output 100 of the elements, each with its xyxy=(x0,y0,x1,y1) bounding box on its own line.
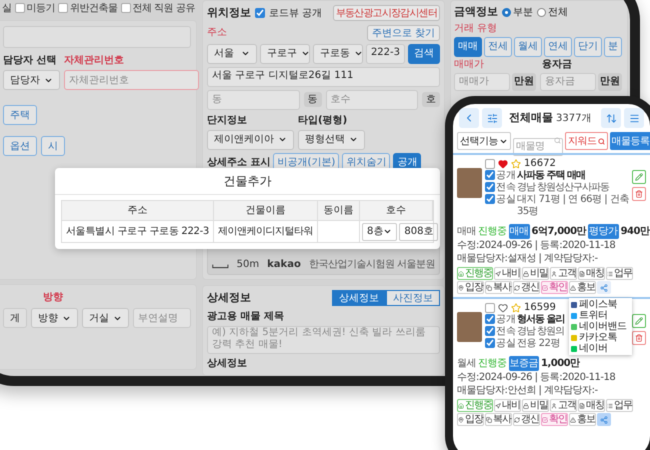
dong-field[interactable]: 동 xyxy=(207,90,300,110)
checkbox[interactable] xyxy=(120,3,130,13)
region-dropdown[interactable]: 서울 xyxy=(207,44,257,64)
share-option[interactable]: 네이버밴드 xyxy=(569,321,632,332)
field-label: 상세정보 xyxy=(207,356,248,370)
unit-number-field[interactable]: 호수 xyxy=(326,90,418,110)
star-icon[interactable] xyxy=(511,159,521,169)
region-dropdown[interactable]: 구로동 xyxy=(312,44,363,64)
road-address-field[interactable]: 서울 구로구 디지털로26길 111 xyxy=(207,66,440,86)
action-button[interactable]: 진행중 xyxy=(457,267,493,280)
checkbox[interactable] xyxy=(14,3,24,13)
region-dropdown[interactable]: 구로구 xyxy=(260,44,310,64)
keyword-button[interactable]: 지워드 xyxy=(565,132,608,150)
heart-icon[interactable] xyxy=(498,303,508,313)
deal-type-button[interactable]: 전세 xyxy=(484,36,512,56)
deal-type-button[interactable]: 분 xyxy=(604,36,622,56)
action-button[interactable]: 고객 xyxy=(550,399,577,412)
star-icon[interactable] xyxy=(511,303,521,313)
share-button[interactable] xyxy=(597,413,611,426)
action-button[interactable]: 비밀 xyxy=(522,267,549,280)
search-field[interactable]: 매물명 xyxy=(513,138,563,156)
listing-card[interactable]: 페이스북 트위터 네이버밴드 카카오톡 네이버 16599 공개 형서동 올리 전속경남 창원의 공실 전용 22평 월세 진행중 보증금 1,000만 수정:2024-09-26 | 등록:2020-11-18 매물담당자:안선희 | 계약담당자:- 진행중 내비 비밀 고객 매칭 업무 입장 복사 갱신 확인 홍보 xyxy=(453,297,650,429)
deal-type-button[interactable]: 연세 xyxy=(544,36,572,56)
action-button[interactable]: 확인 xyxy=(541,281,568,294)
ref-number-field[interactable]: 자체관리번호 xyxy=(64,70,199,90)
function-dropdown[interactable]: 선택기능 xyxy=(457,132,511,150)
action-button[interactable]: 내비 xyxy=(494,267,521,280)
nearby-link[interactable]: 주변으로 찾기 xyxy=(366,24,440,40)
action-button[interactable]: 입장 xyxy=(457,413,484,426)
checkbox[interactable] xyxy=(485,326,495,336)
description-field[interactable]: 부연설명 xyxy=(133,308,191,328)
action-button[interactable]: 입장 xyxy=(457,281,484,294)
loan-field[interactable]: 융자금 xyxy=(540,72,596,90)
checkbox[interactable] xyxy=(58,3,68,13)
edit-button[interactable] xyxy=(632,170,646,184)
share-button[interactable] xyxy=(597,281,611,294)
action-button[interactable]: 복사 xyxy=(485,413,512,426)
share-option[interactable]: 페이스북 xyxy=(569,299,632,310)
share-option[interactable]: 트위터 xyxy=(569,310,632,321)
checkbox[interactable] xyxy=(485,182,495,192)
sort-button[interactable] xyxy=(601,108,621,128)
action-button[interactable]: 매칭 xyxy=(578,399,605,412)
action-icon xyxy=(523,270,529,276)
type-button[interactable]: 주택 xyxy=(3,105,37,125)
share-option[interactable]: 네이버 xyxy=(569,343,632,354)
detail-tab[interactable]: 상세정보 xyxy=(332,290,386,306)
lot-field[interactable]: 222-3 xyxy=(366,44,405,64)
checkbox[interactable] xyxy=(485,303,495,313)
edit-button[interactable] xyxy=(632,314,646,328)
direction-dropdown[interactable]: 거실 xyxy=(82,308,129,328)
heart-icon[interactable] xyxy=(498,159,508,169)
back-button[interactable] xyxy=(459,108,479,128)
checkbox[interactable] xyxy=(485,159,495,169)
type-dropdown[interactable]: 평형선택 xyxy=(298,130,365,150)
share-option[interactable]: 카카오톡 xyxy=(569,332,632,343)
manager-dropdown[interactable]: 담당자 xyxy=(3,70,60,90)
checkbox[interactable] xyxy=(485,314,495,324)
deal-type-button[interactable]: 단기 xyxy=(574,36,602,56)
action-button[interactable]: 갱신 xyxy=(513,413,540,426)
listing-card[interactable]: 16672 공개 사파동 주택 매매 전속경남 창원성산구사파동 공실 대지 71평 | 연 66평 | 건축 35평 매매 진행중 매매 6억7,000만 평당가 940만 수정:2024-09-26 | 등록:2020-11-18 매물담당자:설재성 | 계약담당자:- 진행중 내비 비밀 고객 매칭 업무 입장 복사 갱신 확인 홍보 xyxy=(453,153,650,297)
radio-button[interactable] xyxy=(502,8,511,17)
checkbox[interactable] xyxy=(485,338,495,348)
report-link[interactable]: 부동산광고시장감시센터 xyxy=(332,5,440,22)
register-button[interactable]: 매물등록 xyxy=(610,132,650,150)
checkbox[interactable] xyxy=(485,194,495,204)
ad-title-field[interactable]: 예) 지하철 5분거리 초역세권! 신축 빌라 쓰리룸 강력 추천 매물! xyxy=(207,326,440,354)
radio-button[interactable] xyxy=(537,8,546,17)
action-button[interactable]: 갱신 xyxy=(513,281,540,294)
unit-dropdown[interactable]: 808호 xyxy=(399,222,438,240)
action-button[interactable]: 고객 xyxy=(550,267,577,280)
action-button[interactable]: 진행중 xyxy=(457,399,493,412)
delete-button[interactable] xyxy=(632,187,646,201)
map-logo: kakao xyxy=(267,258,301,272)
unit-button[interactable]: 게 xyxy=(3,308,27,328)
floor-dropdown[interactable]: 8층 xyxy=(362,222,398,240)
option-button[interactable]: 옵션 xyxy=(3,136,37,156)
deal-type-button[interactable]: 매매 xyxy=(454,36,482,56)
checkbox[interactable] xyxy=(485,170,495,180)
action-button[interactable]: 확인 xyxy=(541,413,568,426)
menu-button[interactable] xyxy=(624,108,644,128)
search-button[interactable]: 검색 xyxy=(408,44,440,64)
action-button[interactable]: 업무 xyxy=(606,399,633,412)
action-button[interactable]: 홍보 xyxy=(569,413,596,426)
action-button[interactable]: 내비 xyxy=(494,399,521,412)
checkbox[interactable] xyxy=(255,8,265,18)
direction-dropdown[interactable]: 방향 xyxy=(31,308,78,328)
sale-price-field[interactable]: 매매가 xyxy=(454,72,510,90)
action-button[interactable]: 업무 xyxy=(606,267,633,280)
delete-button[interactable] xyxy=(632,331,646,345)
action-button[interactable]: 홍보 xyxy=(569,281,596,294)
price-tag: 평당가 xyxy=(588,224,619,239)
action-button[interactable]: 비밀 xyxy=(522,399,549,412)
filter-button[interactable] xyxy=(482,108,502,128)
action-button[interactable]: 복사 xyxy=(485,281,512,294)
action-button[interactable]: 매칭 xyxy=(578,267,605,280)
deal-type-button[interactable]: 월세 xyxy=(514,36,542,56)
complex-dropdown[interactable]: 제이앤케이아 xyxy=(207,130,294,150)
flag-label: 실 xyxy=(2,2,12,16)
detail-tab[interactable]: 사진정보 xyxy=(386,290,440,306)
option-button[interactable]: 시 xyxy=(41,136,65,156)
